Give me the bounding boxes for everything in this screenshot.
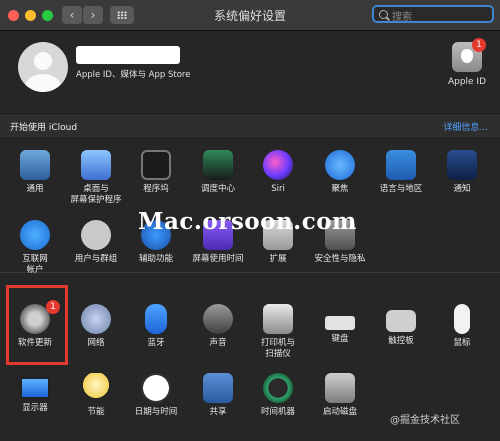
spotlight-icon — [325, 150, 355, 180]
pane-label: 蓝牙 — [147, 338, 165, 348]
apple-id-label[interactable]: Apple ID — [440, 77, 494, 87]
pane-language[interactable]: 语言与地区 — [372, 150, 430, 195]
pane-mission-control[interactable]: 调度中心 — [189, 150, 247, 195]
watermark-credit: @掘金技术社区 — [390, 415, 460, 426]
internet-accounts-icon — [20, 220, 50, 250]
apple-id-subtitle: Apple ID、媒体与 App Store — [76, 70, 191, 80]
mission-control-icon — [203, 150, 233, 180]
pane-internet-accounts[interactable]: 互联网 帐户 — [6, 220, 64, 276]
pane-label: 安全性与隐私 — [314, 254, 366, 264]
printer-icon — [263, 304, 293, 334]
pane-label: 屏幕使用时间 — [192, 254, 244, 264]
title-bar: ‹ › 系统偏好设置 搜索 — [0, 0, 500, 31]
energy-saver-icon — [81, 373, 111, 403]
pane-label: 调度中心 — [200, 184, 235, 194]
pane-notifications[interactable]: 通知 — [433, 150, 491, 195]
mouse-icon — [454, 304, 470, 334]
search-field[interactable]: 搜索 — [372, 5, 494, 23]
watermark: Mac.orsoon.com — [138, 208, 357, 235]
keyboard-icon — [325, 316, 355, 330]
avatar[interactable] — [18, 42, 68, 92]
pane-date-time[interactable]: 日期与时间 — [127, 373, 185, 418]
pane-printer[interactable]: 打印机与 扫描仪 — [249, 304, 307, 360]
pane-sharing[interactable]: 共享 — [189, 373, 247, 418]
pane-mouse[interactable]: 鼠标 — [433, 304, 491, 349]
highlight-box — [6, 285, 68, 365]
pane-label: 声音 — [209, 338, 227, 348]
pane-bluetooth[interactable]: 蓝牙 — [127, 304, 185, 349]
pane-dock[interactable]: 程序坞 — [127, 150, 185, 195]
pane-label: 程序坞 — [143, 184, 169, 194]
date-time-icon — [141, 373, 171, 403]
pane-spotlight[interactable]: 聚焦 — [311, 150, 369, 195]
pane-label: 日期与时间 — [134, 407, 178, 417]
general-icon — [20, 150, 50, 180]
icloud-banner: 开始使用 iCloud 详细信息... — [0, 113, 500, 139]
pane-label: 启动磁盘 — [322, 407, 357, 417]
users-icon — [81, 220, 111, 250]
displays-icon — [20, 377, 50, 399]
section-divider — [0, 272, 500, 273]
trackpad-icon — [386, 310, 416, 332]
pane-label: 聚焦 — [331, 184, 349, 194]
pane-label: 时间机器 — [260, 407, 295, 417]
avatar-head-shape — [34, 52, 52, 70]
pane-network[interactable]: 网络 — [67, 304, 125, 349]
pane-label: 扩展 — [269, 254, 287, 264]
details-link[interactable]: 详细信息... — [443, 120, 488, 133]
search-icon — [379, 10, 388, 19]
sound-icon — [203, 304, 233, 334]
pane-keyboard[interactable]: 键盘 — [311, 304, 369, 345]
pane-startup-disk[interactable]: 启动磁盘 — [311, 373, 369, 418]
sharing-icon — [203, 373, 233, 403]
pane-label: 共享 — [209, 407, 227, 417]
siri-icon — [263, 150, 293, 180]
pane-siri[interactable]: Siri — [249, 150, 307, 195]
pane-label: 鼠标 — [453, 338, 471, 348]
apple-id-badge: 1 — [472, 38, 486, 52]
pane-trackpad[interactable]: 触控板 — [372, 304, 430, 347]
search-placeholder: 搜索 — [392, 12, 412, 23]
pane-label: Siri — [271, 184, 285, 194]
pane-label: 辅助功能 — [138, 254, 173, 264]
pane-time-machine[interactable]: 时间机器 — [249, 373, 307, 418]
desktop-icon — [81, 150, 111, 180]
pane-label: 网络 — [87, 338, 105, 348]
pane-displays[interactable]: 显示器 — [6, 373, 64, 414]
pane-label: 触控板 — [388, 336, 414, 346]
redacted-username — [76, 46, 180, 64]
avatar-body-shape — [25, 74, 61, 92]
pane-label: 通用 — [26, 184, 44, 194]
pane-users[interactable]: 用户与群组 — [67, 220, 125, 265]
pane-label: 语言与地区 — [379, 184, 423, 194]
dock-icon — [141, 150, 171, 180]
pane-label: 互联网 帐户 — [22, 254, 48, 275]
pane-label: 通知 — [453, 184, 471, 194]
notifications-icon — [447, 150, 477, 180]
pane-label: 显示器 — [22, 403, 48, 413]
pane-label: 节能 — [87, 407, 105, 417]
language-icon — [386, 150, 416, 180]
time-machine-icon — [263, 373, 293, 403]
pane-energy-saver[interactable]: 节能 — [67, 373, 125, 418]
system-preferences-window: ‹ › 系统偏好设置 搜索 Apple ID、媒体与 App Store 1 A… — [0, 0, 500, 441]
apple-logo-icon — [461, 49, 473, 63]
startup-disk-icon — [325, 373, 355, 403]
icloud-prompt: 开始使用 iCloud — [10, 123, 78, 133]
pane-general[interactable]: 通用 — [6, 150, 64, 195]
pane-label: 用户与群组 — [74, 254, 118, 264]
network-icon — [81, 304, 111, 334]
pane-label: 桌面与 屏幕保护程序 — [70, 184, 122, 205]
pane-label: 打印机与 扫描仪 — [260, 338, 295, 359]
pane-desktop[interactable]: 桌面与 屏幕保护程序 — [67, 150, 125, 206]
pane-label: 键盘 — [331, 334, 349, 344]
pane-sound[interactable]: 声音 — [189, 304, 247, 349]
bluetooth-icon — [145, 304, 167, 334]
